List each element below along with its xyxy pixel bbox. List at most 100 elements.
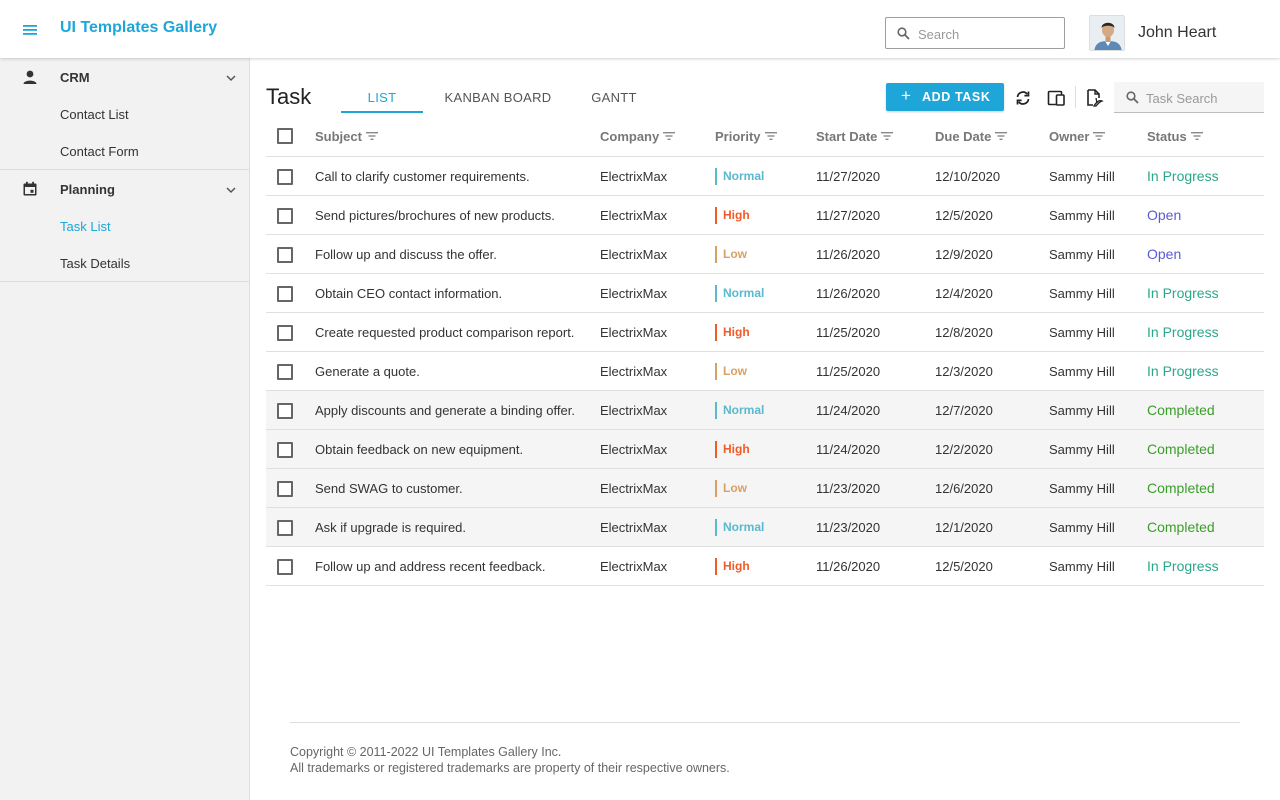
nav-group-header-planning[interactable]: Planning xyxy=(0,170,249,207)
table-row[interactable]: Send SWAG to customer. ElectrixMax Low 11/2… xyxy=(266,469,1264,508)
table-row[interactable]: Obtain CEO contact information. ElectrixM… xyxy=(266,274,1264,313)
table-row[interactable]: Send pictures/brochures of new products.… xyxy=(266,196,1264,235)
start-date-cell: 11/23/2020 xyxy=(816,481,881,496)
tab-list[interactable]: LIST xyxy=(341,82,423,113)
status-cell: Open xyxy=(1147,207,1182,223)
filter-icon[interactable] xyxy=(881,129,894,144)
row-checkbox[interactable] xyxy=(277,325,293,341)
table-row[interactable]: Follow up and discuss the offer. Electrix… xyxy=(266,235,1264,274)
header-search[interactable] xyxy=(885,17,1065,49)
refresh-icon[interactable] xyxy=(1011,86,1035,110)
sidebar-item-contact-form[interactable]: Contact Form xyxy=(0,132,249,169)
sidebar-item-contact-list[interactable]: Contact List xyxy=(0,95,249,132)
status-cell: In Progress xyxy=(1147,324,1219,340)
person-icon xyxy=(21,68,39,91)
row-checkbox[interactable] xyxy=(277,520,293,536)
sidebar-item-task-details[interactable]: Task Details xyxy=(0,244,249,281)
priority-badge: Normal xyxy=(715,168,764,185)
start-date-cell: 11/25/2020 xyxy=(816,325,881,340)
priority-badge: Low xyxy=(715,480,747,497)
nav-group-header-crm[interactable]: CRM xyxy=(0,58,249,95)
copyright-text: Copyright © 2011-2022 UI Templates Galle… xyxy=(290,745,562,759)
tab-kanban-board[interactable]: KANBAN BOARD xyxy=(437,82,559,113)
chevron-down-icon xyxy=(225,71,237,89)
table-row[interactable]: Create requested product comparison repo… xyxy=(266,313,1264,352)
sidebar-item-task-list[interactable]: Task List xyxy=(0,207,249,244)
row-checkbox[interactable] xyxy=(277,559,293,575)
table-row[interactable]: Ask if upgrade is required. ElectrixMax No… xyxy=(266,508,1264,547)
company-cell: ElectrixMax xyxy=(600,442,668,457)
status-cell: Completed xyxy=(1147,519,1215,535)
table-row[interactable]: Generate a quote. ElectrixMax Low 11/25/202… xyxy=(266,352,1264,391)
header-due-date[interactable]: Due Date xyxy=(935,129,1008,144)
app-header: UI Templates Gallery John Heart xyxy=(0,0,1280,58)
owner-cell: Sammy Hill xyxy=(1049,442,1115,457)
owner-cell: Sammy Hill xyxy=(1049,520,1115,535)
company-cell: ElectrixMax xyxy=(600,247,668,262)
status-cell: In Progress xyxy=(1147,168,1219,184)
row-checkbox[interactable] xyxy=(277,247,293,263)
header-status[interactable]: Status xyxy=(1147,129,1203,144)
avatar[interactable] xyxy=(1089,15,1125,51)
header-company[interactable]: Company xyxy=(600,129,676,144)
user-name[interactable]: John Heart xyxy=(1138,24,1216,42)
header-subject[interactable]: Subject xyxy=(315,129,378,144)
company-cell: ElectrixMax xyxy=(600,208,668,223)
row-checkbox[interactable] xyxy=(277,286,293,302)
header-priority[interactable]: Priority xyxy=(715,129,777,144)
due-date-cell: 12/7/2020 xyxy=(935,403,993,418)
due-date-cell: 12/5/2020 xyxy=(935,208,993,223)
chevron-down-icon xyxy=(225,183,237,201)
start-date-cell: 11/24/2020 xyxy=(816,403,881,418)
filter-icon[interactable] xyxy=(764,129,777,144)
row-checkbox[interactable] xyxy=(277,442,293,458)
export-pdf-icon[interactable] xyxy=(1082,86,1106,110)
header-start-date[interactable]: Start Date xyxy=(816,129,894,144)
column-label: Owner xyxy=(1049,129,1090,144)
tab-gantt[interactable]: GANTT xyxy=(573,82,655,113)
start-date-cell: 11/25/2020 xyxy=(816,364,881,379)
row-checkbox[interactable] xyxy=(277,364,293,380)
company-cell: ElectrixMax xyxy=(600,169,668,184)
menu-icon[interactable] xyxy=(18,18,42,42)
due-date-cell: 12/10/2020 xyxy=(935,169,1001,184)
table-row[interactable]: Apply discounts and generate a binding o… xyxy=(266,391,1264,430)
task-search-input[interactable] xyxy=(1146,88,1258,108)
filter-icon[interactable] xyxy=(663,129,676,144)
task-search[interactable] xyxy=(1114,82,1264,113)
subject-cell: Follow up and discuss the offer. xyxy=(315,247,497,262)
grid-body: Call to clarify customer requirements. El… xyxy=(266,157,1264,586)
filter-icon[interactable] xyxy=(365,129,378,144)
table-row[interactable]: Obtain feedback on new equipment. Electri… xyxy=(266,430,1264,469)
row-checkbox[interactable] xyxy=(277,208,293,224)
add-task-button[interactable]: + ADD TASK xyxy=(886,83,1004,111)
row-checkbox[interactable] xyxy=(277,403,293,419)
start-date-cell: 11/26/2020 xyxy=(816,247,881,262)
company-cell: ElectrixMax xyxy=(600,286,668,301)
header-owner[interactable]: Owner xyxy=(1049,129,1106,144)
filter-icon[interactable] xyxy=(995,129,1008,144)
calendar-icon xyxy=(21,180,39,203)
row-checkbox[interactable] xyxy=(277,169,293,185)
company-cell: ElectrixMax xyxy=(600,325,668,340)
filter-icon[interactable] xyxy=(1093,129,1106,144)
subject-cell: Follow up and address recent feedback. xyxy=(315,559,546,574)
due-date-cell: 12/6/2020 xyxy=(935,481,993,496)
select-all-checkbox[interactable] xyxy=(277,128,293,144)
row-checkbox[interactable] xyxy=(277,481,293,497)
task-grid: Subject Company Priority Start Date Due Date… xyxy=(266,117,1264,586)
subject-cell: Obtain feedback on new equipment. xyxy=(315,442,524,457)
status-cell: Completed xyxy=(1147,480,1215,496)
due-date-cell: 12/8/2020 xyxy=(935,325,993,340)
priority-badge: High xyxy=(715,207,750,224)
footer-divider xyxy=(290,722,1240,723)
table-row[interactable]: Call to clarify customer requirements. El… xyxy=(266,157,1264,196)
owner-cell: Sammy Hill xyxy=(1049,247,1115,262)
column-chooser-icon[interactable] xyxy=(1044,86,1068,110)
plus-icon: + xyxy=(901,86,912,105)
column-label: Due Date xyxy=(935,129,992,144)
due-date-cell: 12/2/2020 xyxy=(935,442,993,457)
filter-icon[interactable] xyxy=(1190,129,1203,144)
table-row[interactable]: Follow up and address recent feedback. El… xyxy=(266,547,1264,586)
search-input[interactable] xyxy=(918,24,1058,44)
